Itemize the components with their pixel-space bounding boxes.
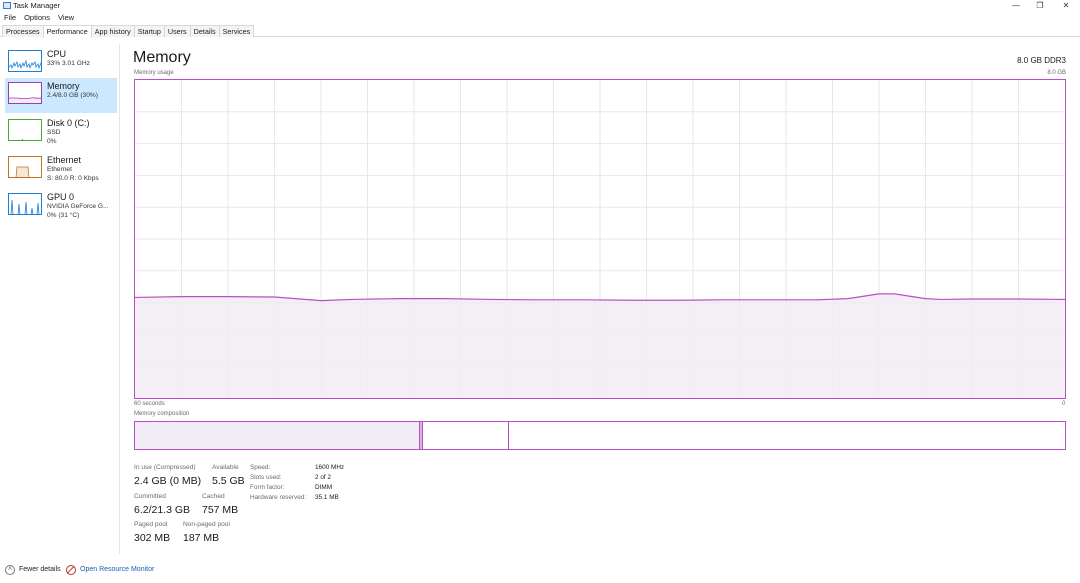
memory-sparkline <box>9 97 41 103</box>
in-use-value: 2.4 GB (0 MB) <box>134 475 202 487</box>
task-manager-icon <box>3 2 11 9</box>
composition-label: Memory composition <box>134 411 190 417</box>
paged-pool-value: 302 MB <box>134 532 171 544</box>
sidebar-item-disk[interactable]: Disk 0 (C:) SSD 0% <box>5 115 117 150</box>
cpu-sparkline <box>9 59 41 70</box>
non-paged-pool-value: 187 MB <box>183 532 220 544</box>
ethernet-sparkline <box>15 166 30 177</box>
sidebar-item-label: Disk 0 (C:) <box>47 118 90 128</box>
sidebar-item-gpu[interactable]: GPU 0 NVIDIA GeForce G... 0% (31 °C) <box>5 189 117 224</box>
time-axis-end: 0 <box>1062 401 1066 407</box>
tab-users[interactable]: Users <box>163 25 191 37</box>
form-factor-value: DIMM <box>315 484 333 491</box>
memory-usage-area <box>135 293 1065 398</box>
graph-label: Memory usage <box>134 70 174 76</box>
resource-sidebar: CPU 33% 3.01 GHz Memory 2.4/8.0 GB (30%)… <box>0 44 120 554</box>
close-button[interactable]: ✕ <box>1052 0 1080 11</box>
sidebar-item-label: CPU <box>47 49 67 59</box>
memory-composition-bar <box>134 421 1066 450</box>
memory-usage-plot <box>134 80 1066 398</box>
tab-processes[interactable]: Processes <box>2 25 44 37</box>
committed-label: Committed <box>134 493 166 500</box>
speed-label: Speed: <box>250 464 271 471</box>
menu-options[interactable]: Options <box>20 12 54 23</box>
sidebar-item-label: Memory <box>47 81 80 91</box>
disk-sparkline <box>22 139 23 140</box>
speed-value: 1600 MHz <box>315 464 345 471</box>
tab-services[interactable]: Services <box>218 25 255 37</box>
cached-value: 757 MB <box>202 504 239 516</box>
non-paged-pool-label: Non-paged pool <box>183 521 230 528</box>
disk-thumbnail <box>8 119 42 141</box>
sidebar-item-label: GPU 0 <box>47 192 75 202</box>
composition-segment <box>423 422 509 449</box>
fewer-details-button[interactable]: Fewer details <box>19 566 61 573</box>
gpu-thumbnail <box>8 193 42 215</box>
tab-app-history[interactable]: App history <box>90 25 135 37</box>
paged-pool-label: Paged pool <box>134 521 168 528</box>
in-use-label: In use (Compressed) <box>134 464 196 471</box>
open-resource-monitor-link[interactable]: Open Resource Monitor <box>80 566 154 573</box>
available-label: Available <box>212 464 239 471</box>
sidebar-item-detail: NVIDIA GeForce G... <box>47 203 109 210</box>
title-bar: Task Manager — ❐ ✕ <box>0 0 1080 11</box>
slots-used-label: Slots used: <box>250 474 282 481</box>
committed-value: 6.2/21.3 GB <box>134 504 191 516</box>
cached-label: Cached <box>202 493 225 500</box>
available-value: 5.5 GB <box>212 475 245 487</box>
menu-bar: File Options View <box>0 12 78 23</box>
graph-max-label: 8.0 GB <box>1047 70 1066 76</box>
sidebar-item-label: Ethernet <box>47 155 82 165</box>
memory-type: 8.0 GB DDR3 <box>1017 56 1066 65</box>
footer-bar: ˄ Fewer details Open Resource Monitor <box>0 562 1080 577</box>
resource-monitor-icon[interactable] <box>66 565 76 575</box>
sidebar-item-detail: S: 80.0 R: 0 Kbps <box>47 175 99 182</box>
cpu-thumbnail <box>8 50 42 72</box>
sidebar-item-ethernet[interactable]: Ethernet Ethernet S: 80.0 R: 0 Kbps <box>5 152 117 187</box>
gpu-sparkline <box>10 199 40 214</box>
memory-usage-graph <box>134 79 1066 399</box>
slots-used-value: 2 of 2 <box>315 474 331 481</box>
menu-file[interactable]: File <box>0 12 20 23</box>
form-factor-label: Form factor: <box>250 484 285 491</box>
sidebar-item-detail: 0% <box>47 138 57 145</box>
hardware-reserved-value: 35.1 MB <box>315 494 339 501</box>
sidebar-item-cpu[interactable]: CPU 33% 3.01 GHz <box>5 46 117 81</box>
chevron-up-icon[interactable]: ˄ <box>5 565 15 575</box>
hardware-reserved-label: Hardware reserved: <box>250 494 307 501</box>
tab-bar: Processes Performance App history Startu… <box>0 25 1080 38</box>
page-title: Memory <box>133 49 191 66</box>
sidebar-item-detail: 33% 3.01 GHz <box>47 60 90 67</box>
sidebar-item-detail: Ethernet <box>47 166 72 173</box>
memory-thumbnail <box>8 82 42 104</box>
menu-view[interactable]: View <box>54 12 78 23</box>
tab-performance[interactable]: Performance <box>42 25 92 38</box>
sidebar-item-detail: 0% (31 °C) <box>47 212 80 219</box>
sidebar-item-detail: SSD <box>47 129 61 136</box>
sidebar-item-memory[interactable]: Memory 2.4/8.0 GB (30%) <box>5 78 117 113</box>
composition-segment <box>508 422 1065 449</box>
window-title: Task Manager <box>13 1 61 10</box>
ethernet-thumbnail <box>8 156 42 178</box>
time-axis-start: 60 seconds <box>134 401 165 407</box>
sidebar-item-detail: 2.4/8.0 GB (30%) <box>47 92 98 99</box>
tab-details[interactable]: Details <box>189 25 220 37</box>
restore-button[interactable]: ❐ <box>1026 0 1054 11</box>
tab-startup[interactable]: Startup <box>133 25 165 37</box>
composition-segment <box>135 422 420 449</box>
